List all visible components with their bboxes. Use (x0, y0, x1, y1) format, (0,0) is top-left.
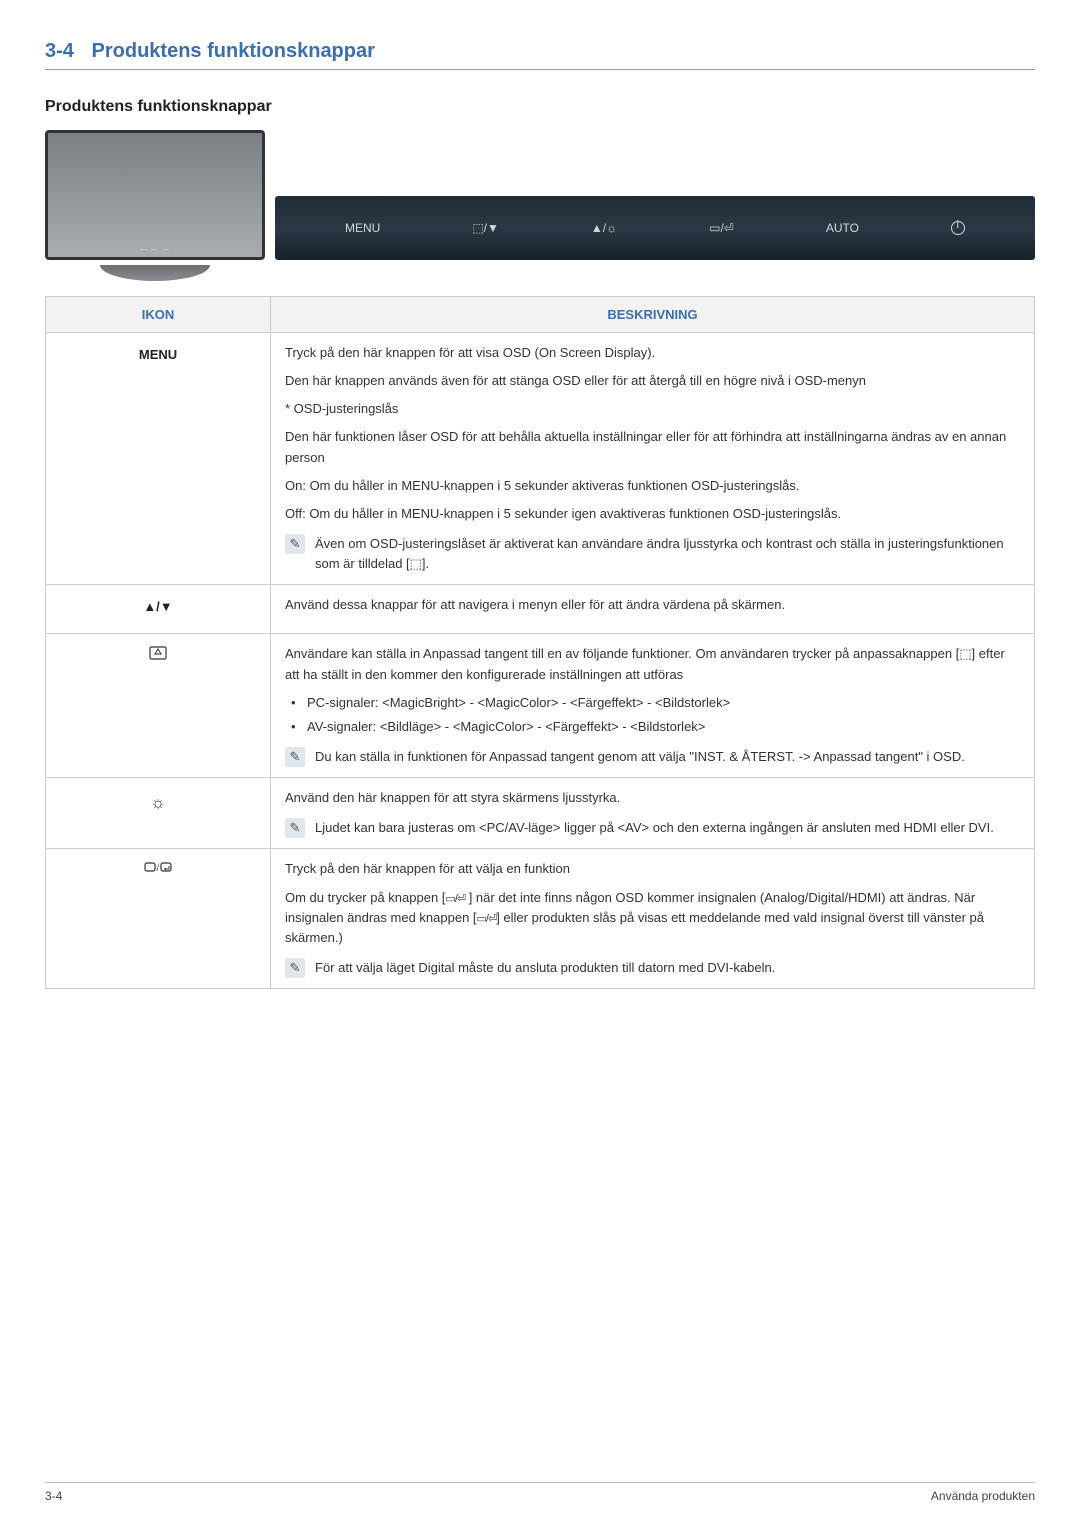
custom-li2: AV-signaler: <Bildläge> - <MagicColor> -… (291, 717, 1020, 737)
menu-p6: Off: Om du håller in MENU-knappen i 5 se… (285, 504, 1020, 524)
ikon-updown-cell: ▲/▼ (46, 585, 271, 634)
section-number: 3-4 (45, 40, 74, 63)
panel-source-enter-label: ▭/⏎ (709, 221, 734, 235)
power-icon (951, 221, 965, 235)
ikon-source-cell: / (46, 849, 271, 989)
menu-p3: * OSD-justeringslås (285, 399, 1020, 419)
page-footer: 3-4 Använda produkten (45, 1482, 1035, 1503)
footer-divider (45, 1482, 1035, 1483)
heading-divider (45, 69, 1035, 70)
note-icon: ✎ (285, 534, 305, 554)
monitor-graphic: — — — (45, 130, 265, 260)
custom-note-text: Du kan ställa in funktionen för Anpassad… (315, 747, 965, 767)
desc-custom-cell: Användare kan ställa in Anpassad tangent… (271, 634, 1035, 778)
col-ikon-header: IKON (46, 297, 271, 333)
custom-li1: PC-signaler: <MagicBright> - <MagicColor… (291, 693, 1020, 713)
brightness-note: ✎ Ljudet kan bara justeras om <PC/AV-läg… (285, 818, 1020, 838)
menu-note: ✎ Även om OSD-justeringslåset är aktiver… (285, 534, 1020, 574)
panel-custom-down-label: ⬚/▼ (472, 221, 499, 235)
note-icon: ✎ (285, 818, 305, 838)
brightness-p1: Använd den här knappen för att styra skä… (285, 788, 1020, 808)
desc-source-cell: Tryck på den här knappen för att välja e… (271, 849, 1035, 989)
ikon-menu-label: MENU (139, 347, 177, 362)
footer-right: Använda produkten (931, 1489, 1035, 1503)
table-row: MENU Tryck på den här knappen för att vi… (46, 333, 1035, 585)
description-table: IKON BESKRIVNING MENU Tryck på den här k… (45, 296, 1035, 989)
source-p1: Tryck på den här knappen för att välja e… (285, 859, 1020, 879)
footer-left: 3-4 (45, 1489, 62, 1503)
custom-key-icon (149, 646, 167, 666)
table-row: / Tryck på den här knappen för att välja… (46, 849, 1035, 989)
source-note-text: För att välja läget Digital måste du ans… (315, 958, 775, 978)
menu-p5: On: Om du håller in MENU-knappen i 5 sek… (285, 476, 1020, 496)
updown-p1: Använd dessa knappar för att navigera i … (285, 595, 1020, 615)
source-enter-icon: / (144, 863, 172, 878)
source-note: ✎ För att välja läget Digital måste du a… (285, 958, 1020, 978)
device-illustration: — — — MENU ⬚/▼ ▲/☼ ▭/⏎ AUTO (45, 130, 1035, 260)
button-panel-graphic: MENU ⬚/▼ ▲/☼ ▭/⏎ AUTO (275, 196, 1035, 260)
note-icon: ✎ (285, 747, 305, 767)
panel-up-brightness-label: ▲/☼ (591, 221, 617, 235)
panel-menu-label: MENU (345, 221, 380, 235)
note-icon: ✎ (285, 958, 305, 978)
menu-note-text: Även om OSD-justeringslåset är aktiverat… (315, 534, 1020, 574)
source-p2a: Om du trycker på knappen [ (285, 890, 445, 905)
brightness-icon: ☼ (150, 793, 166, 812)
ikon-custom-cell (46, 634, 271, 778)
monitor-bezel-label: — — — (140, 246, 170, 253)
ikon-updown-label: ▲/▼ (143, 599, 172, 614)
subheading: Produktens funktionsknappar (45, 98, 1035, 116)
menu-p1: Tryck på den här knappen för att visa OS… (285, 343, 1020, 363)
col-beskrivning-header: BESKRIVNING (271, 297, 1035, 333)
section-title: Produktens funktionsknappar (92, 40, 375, 63)
custom-p1: Användare kan ställa in Anpassad tangent… (285, 644, 1020, 684)
inline-source-icon: ▭/⏎ (445, 893, 465, 905)
menu-p2: Den här knappen används även för att stä… (285, 371, 1020, 391)
panel-auto-label: AUTO (826, 221, 859, 235)
brightness-note-text: Ljudet kan bara justeras om <PC/AV-läge>… (315, 818, 994, 838)
desc-updown-cell: Använd dessa knappar för att navigera i … (271, 585, 1035, 634)
ikon-brightness-cell: ☼ (46, 778, 271, 849)
ikon-menu-cell: MENU (46, 333, 271, 585)
source-p2: Om du trycker på knappen [▭/⏎ ] när det … (285, 888, 1020, 948)
custom-list: PC-signaler: <MagicBright> - <MagicColor… (285, 693, 1020, 737)
table-row: ▲/▼ Använd dessa knappar för att naviger… (46, 585, 1035, 634)
desc-menu-cell: Tryck på den här knappen för att visa OS… (271, 333, 1035, 585)
svg-text:/: / (157, 863, 160, 873)
desc-brightness-cell: Använd den här knappen för att styra skä… (271, 778, 1035, 849)
custom-note: ✎ Du kan ställa in funktionen för Anpass… (285, 747, 1020, 767)
table-row: ☼ Använd den här knappen för att styra s… (46, 778, 1035, 849)
inline-source-icon: ▭/⏎ (477, 913, 497, 925)
menu-p4: Den här funktionen låser OSD för att beh… (285, 427, 1020, 467)
table-row: Användare kan ställa in Anpassad tangent… (46, 634, 1035, 778)
